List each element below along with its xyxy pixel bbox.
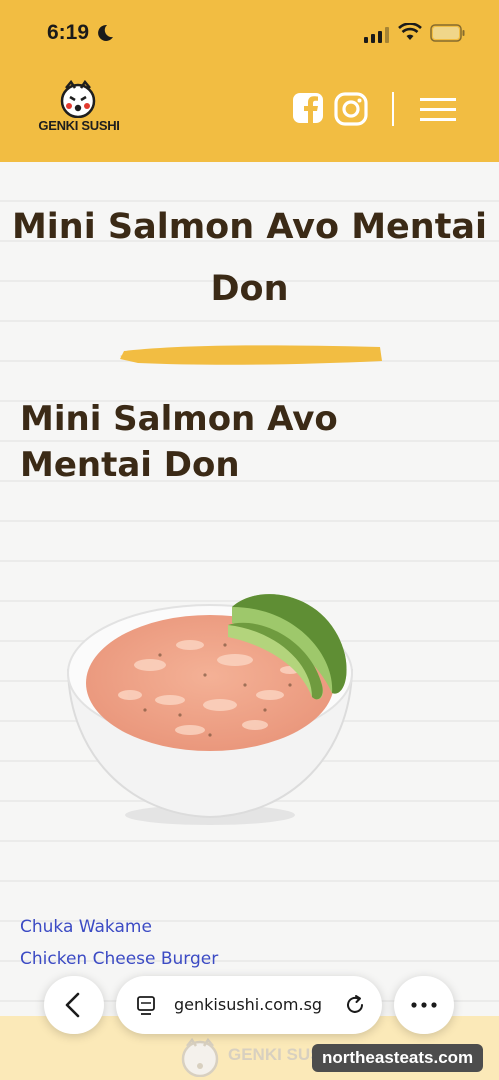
facebook-icon[interactable] <box>292 92 324 124</box>
more-options-button[interactable] <box>394 976 454 1034</box>
salmon-avo-don-image <box>66 594 354 825</box>
watermark: northeasteats.com <box>312 1044 484 1072</box>
battery-icon <box>430 24 465 42</box>
page-title: Mini Salmon Avo Mentai Don <box>11 207 488 309</box>
tabs-icon <box>137 996 155 1015</box>
more-dots-icon <box>411 1002 437 1008</box>
status-bar: 6:19 <box>0 0 499 62</box>
address-bar[interactable]: genkisushi.com.sg <box>116 976 382 1034</box>
genki-sushi-logo[interactable]: GENKI SUSHI <box>38 80 120 140</box>
back-arrow-icon <box>65 992 80 1018</box>
status-time: 6:19 <box>47 21 90 44</box>
site-header: GENKI SUSHI <box>0 62 499 162</box>
header-divider <box>392 92 394 126</box>
related-link-chuka-wakame[interactable]: Chuka Wakame <box>20 917 152 937</box>
product-name: Mini Salmon Avo Mentai Don <box>20 399 338 485</box>
reload-icon[interactable] <box>344 994 366 1016</box>
cellular-signal-icon <box>364 27 389 43</box>
back-button[interactable] <box>44 976 104 1034</box>
footer-genki-face-icon <box>181 1037 219 1077</box>
url-text: genkisushi.com.sg <box>174 995 323 1014</box>
brush-stroke-divider <box>120 345 382 365</box>
genki-face-icon <box>60 80 96 118</box>
hamburger-menu-icon[interactable] <box>420 98 456 122</box>
wifi-icon <box>398 23 422 40</box>
related-link-chicken-cheese-burger[interactable]: Chicken Cheese Burger <box>20 949 218 969</box>
moon-icon <box>98 24 113 41</box>
instagram-icon[interactable] <box>334 92 368 126</box>
logo-text: GENKI SUSHI <box>38 118 120 133</box>
